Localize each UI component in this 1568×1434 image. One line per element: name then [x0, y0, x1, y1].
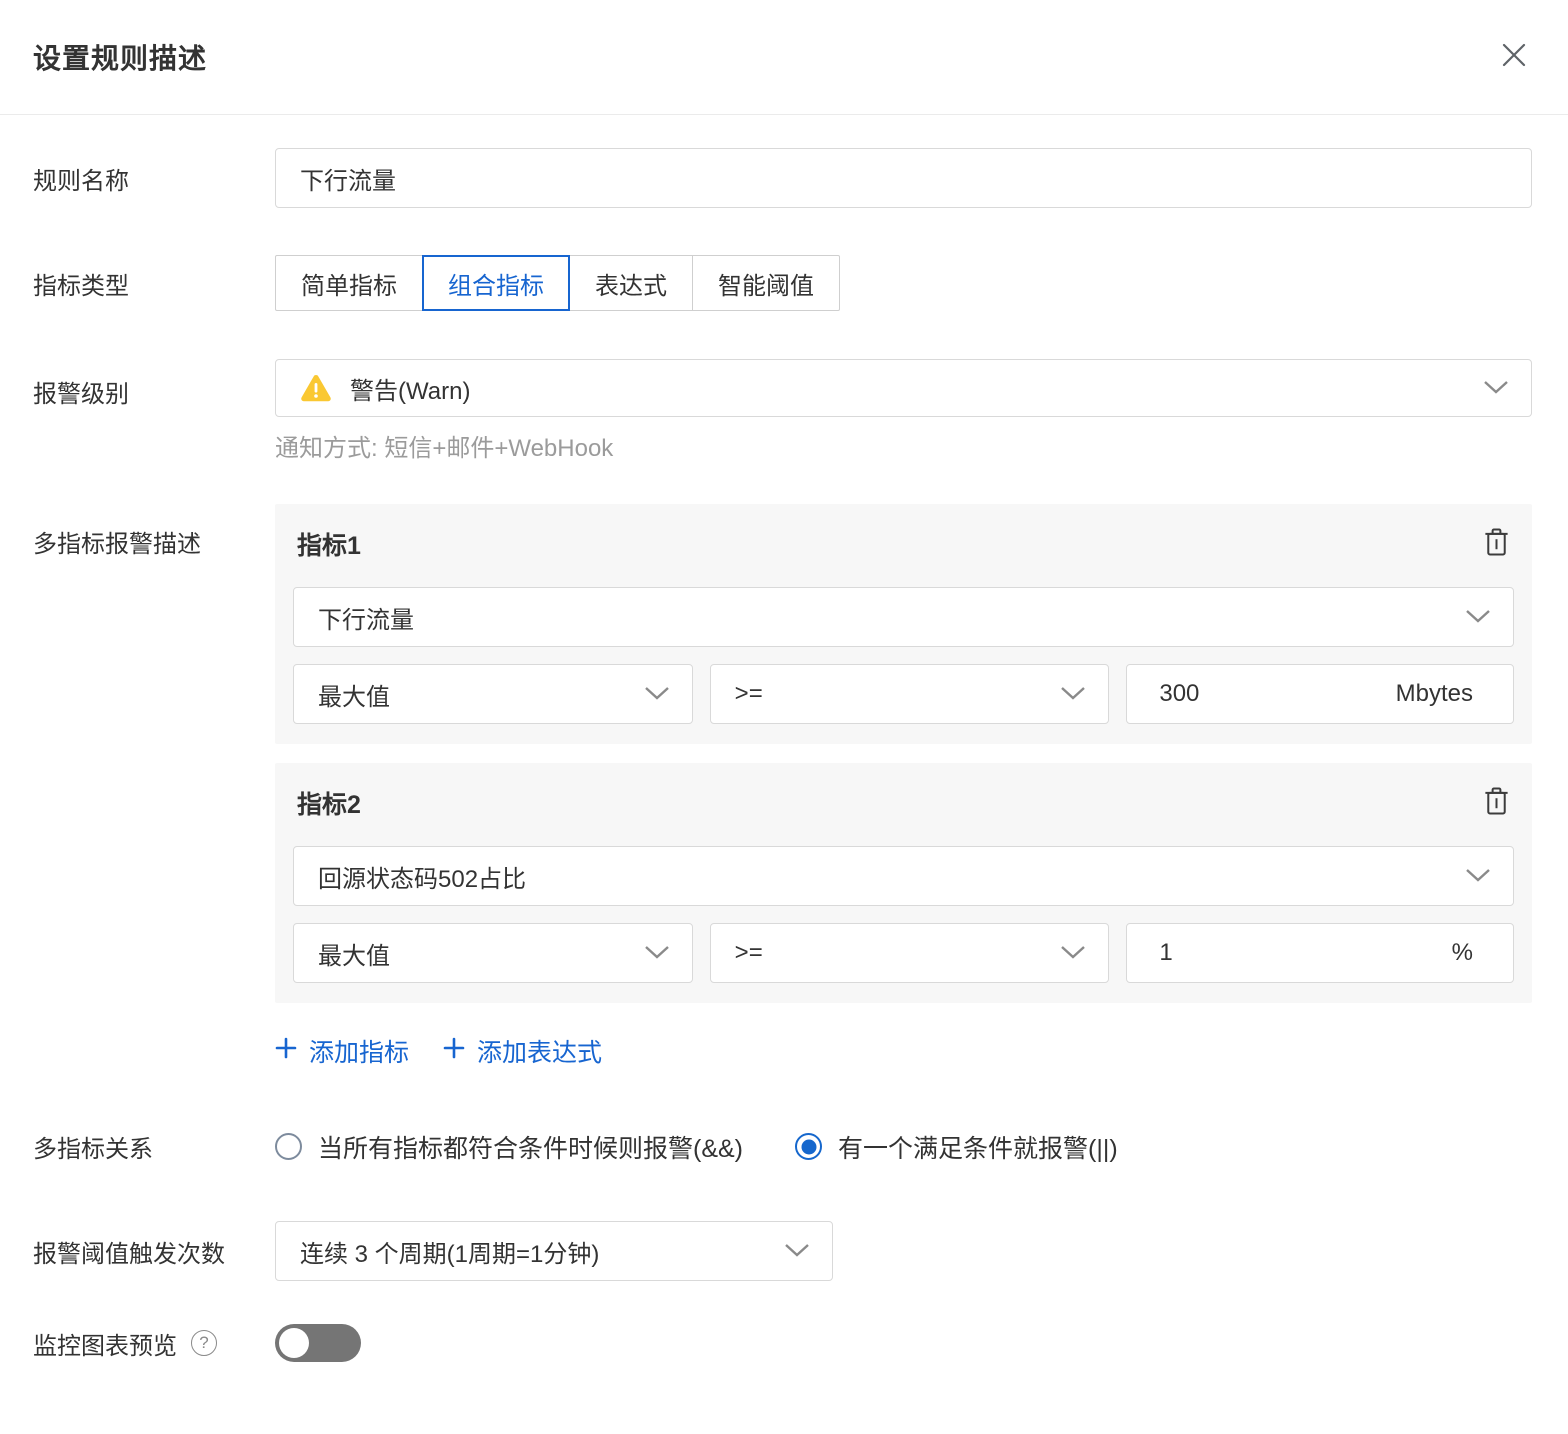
chevron-down-icon — [1465, 603, 1491, 631]
metric-2-aggregation-value: 最大值 — [318, 942, 390, 970]
metric-1-value: 下行流量 — [318, 606, 414, 634]
metric-card-2: 指标2 回源状态码502占比 最大值 >= 1 % — [275, 763, 1532, 1003]
preview-toggle[interactable] — [275, 1324, 361, 1362]
rule-name-input[interactable] — [275, 148, 1532, 208]
radio-unchecked-icon — [275, 1133, 302, 1160]
close-icon — [1499, 40, 1529, 75]
preview-label-wrap: 监控图表预览 ? — [33, 1326, 275, 1361]
metric-2-threshold-value: 1 — [1159, 939, 1173, 966]
metric-type-combined[interactable]: 组合指标 — [422, 255, 570, 311]
dialog-header: 设置规则描述 — [0, 0, 1568, 115]
help-icon[interactable]: ? — [191, 1330, 217, 1356]
relation-option-all[interactable]: 当所有指标都符合条件时候则报警(&&) — [275, 1129, 743, 1165]
rule-name-label: 规则名称 — [33, 167, 129, 195]
rule-form: 规则名称 指标类型 简单指标 组合指标 表达式 智能阈值 报警级别 — [0, 148, 1568, 1362]
metric-1-unit: Mbytes — [1395, 680, 1474, 707]
relation-radio-group: 当所有指标都符合条件时候则报警(&&) 有一个满足条件就报警(||) — [275, 1130, 1532, 1164]
trigger-count-select[interactable]: 连续 3 个周期(1周期=1分钟) — [275, 1221, 833, 1281]
add-metric-link[interactable]: 添加指标 — [275, 1033, 409, 1069]
chevron-down-icon — [1060, 680, 1086, 708]
alarm-level-select[interactable]: 警告(Warn) — [275, 359, 1532, 417]
alarm-level-row: 报警级别 警告(Warn) 通知方式: 短信+邮件+WebHook — [33, 359, 1532, 463]
add-metric-label: 添加指标 — [309, 1039, 410, 1067]
metric-type-row: 指标类型 简单指标 组合指标 表达式 智能阈值 — [33, 255, 1532, 311]
multi-metric-label: 多指标报警描述 — [33, 531, 201, 558]
chevron-down-icon — [1483, 374, 1509, 402]
trash-icon — [1483, 527, 1510, 562]
metric-2-aggregation-select[interactable]: 最大值 — [293, 923, 693, 983]
chevron-down-icon — [644, 680, 670, 708]
chevron-down-icon — [1465, 862, 1491, 890]
rule-name-row: 规则名称 — [33, 148, 1532, 208]
metric-type-expression[interactable]: 表达式 — [570, 255, 693, 311]
dialog-title: 设置规则描述 — [33, 43, 208, 74]
chevron-down-icon — [644, 939, 670, 967]
metric-2-select[interactable]: 回源状态码502占比 — [293, 846, 1514, 906]
add-expression-label: 添加表达式 — [477, 1039, 603, 1067]
metric-1-threshold-input[interactable]: 300 Mbytes — [1126, 664, 1515, 724]
metric-1-operator-value: >= — [734, 680, 763, 707]
metric-1-aggregation-select[interactable]: 最大值 — [293, 664, 693, 724]
trigger-row: 报警阈值触发次数 连续 3 个周期(1周期=1分钟) — [33, 1221, 1532, 1281]
delete-metric-1-button[interactable] — [1480, 527, 1512, 562]
metric-1-select[interactable]: 下行流量 — [293, 587, 1514, 647]
metric-2-threshold-input[interactable]: 1 % — [1126, 923, 1515, 983]
relation-option-all-label: 当所有指标都符合条件时候则报警(&&) — [318, 1134, 744, 1163]
add-links-row: 添加指标 添加表达式 — [275, 1033, 1532, 1069]
metric-type-label: 指标类型 — [33, 272, 129, 300]
radio-checked-icon — [795, 1133, 823, 1160]
metric-type-simple[interactable]: 简单指标 — [275, 255, 423, 311]
metric-type-group: 简单指标 组合指标 表达式 智能阈值 — [275, 255, 1532, 311]
metric-2-operator-value: >= — [734, 939, 763, 966]
notify-method-text: 通知方式: 短信+邮件+WebHook — [275, 435, 614, 462]
plus-icon — [443, 1037, 465, 1066]
metric-1-aggregation-value: 最大值 — [318, 683, 390, 711]
metric-2-operator-select[interactable]: >= — [709, 923, 1110, 983]
toggle-knob — [279, 1328, 309, 1358]
metric-2-title: 指标2 — [297, 791, 361, 819]
alarm-level-value: 警告(Warn) — [350, 377, 471, 405]
metric-2-value: 回源状态码502占比 — [318, 865, 527, 893]
add-expression-link[interactable]: 添加表达式 — [443, 1033, 602, 1069]
relation-option-any[interactable]: 有一个满足条件就报警(||) — [795, 1129, 1118, 1165]
alarm-level-label: 报警级别 — [33, 381, 129, 408]
close-button[interactable] — [1496, 39, 1532, 75]
trigger-label: 报警阈值触发次数 — [33, 1240, 225, 1268]
trash-icon — [1483, 786, 1510, 821]
relation-label: 多指标关系 — [33, 1136, 153, 1163]
metric-card-1: 指标1 下行流量 最大值 >= 300 Mbytes — [275, 504, 1532, 744]
relation-row: 多指标关系 当所有指标都符合条件时候则报警(&&) 有一个满足条件就报警(||) — [33, 1129, 1532, 1164]
metric-type-smart-threshold[interactable]: 智能阈值 — [693, 255, 840, 311]
preview-label: 监控图表预览 — [33, 1332, 177, 1360]
preview-row: 监控图表预览 ? — [33, 1324, 1532, 1362]
metric-1-title: 指标1 — [297, 532, 361, 560]
trigger-count-value: 连续 3 个周期(1周期=1分钟) — [300, 1240, 600, 1268]
multi-metric-row: 多指标报警描述 指标1 下行流量 最大值 >= 300 Mbytes 指标2 回… — [33, 504, 1532, 1069]
plus-icon — [275, 1037, 297, 1066]
chevron-down-icon — [784, 1237, 810, 1265]
metric-1-operator-select[interactable]: >= — [709, 664, 1110, 724]
delete-metric-2-button[interactable] — [1480, 786, 1512, 821]
relation-option-any-label: 有一个满足条件就报警(||) — [838, 1134, 1118, 1163]
rule-description-dialog: 设置规则描述 规则名称 指标类型 简单指标 组合指标 表达式 智能阈值 — [0, 0, 1568, 1434]
metric-2-unit: % — [1451, 939, 1474, 966]
warning-icon — [300, 374, 332, 403]
chevron-down-icon — [1060, 939, 1086, 967]
metric-1-threshold-value: 300 — [1159, 680, 1200, 707]
